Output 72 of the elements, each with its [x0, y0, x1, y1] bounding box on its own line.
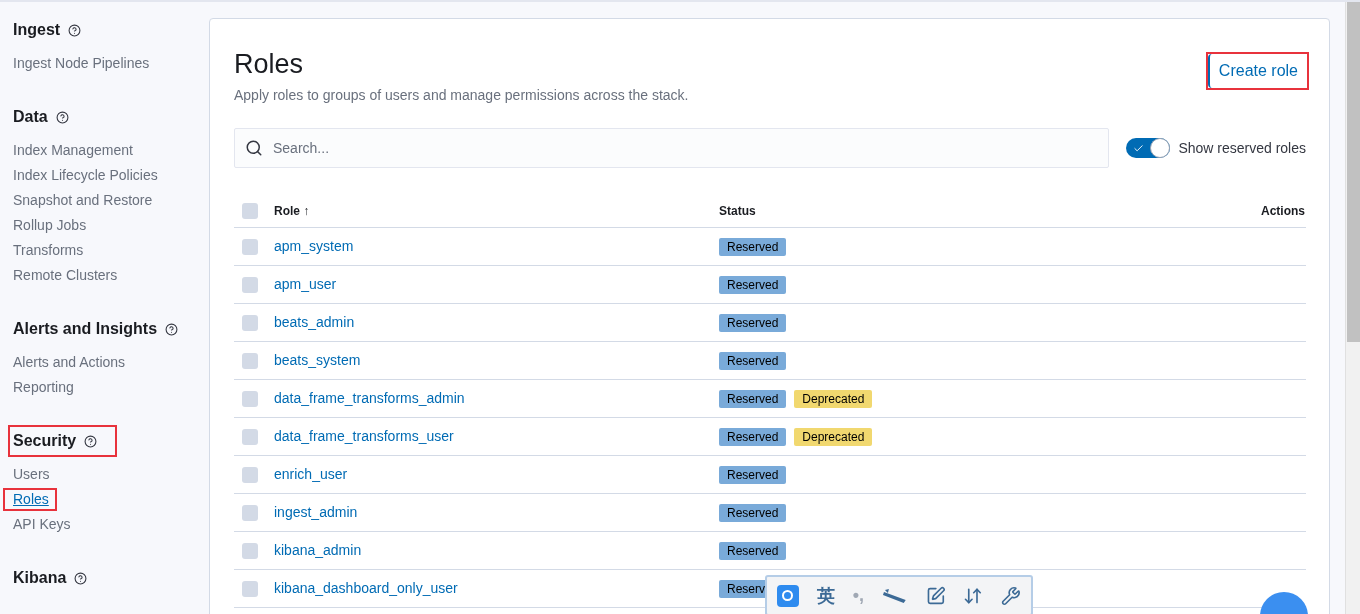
section-heading: Data	[13, 107, 48, 127]
search-icon	[245, 139, 263, 157]
toggle-switch[interactable]	[1126, 138, 1171, 158]
role-link[interactable]: enrich_user	[274, 464, 719, 485]
role-link[interactable]: apm_user	[274, 274, 719, 295]
section-heading: Ingest	[13, 20, 61, 40]
sidebar-link[interactable]: Snapshot and Restore	[13, 191, 153, 210]
help-icon[interactable]	[84, 434, 98, 448]
sidebar-link[interactable]: Index Lifecycle Policies	[13, 166, 158, 185]
role-link[interactable]: ingest_admin	[274, 502, 719, 523]
sidebar-link[interactable]: Reporting	[13, 378, 74, 397]
help-icon[interactable]	[55, 110, 69, 124]
checkbox[interactable]	[242, 390, 258, 407]
checkbox[interactable]	[242, 542, 258, 559]
page-title: Roles	[234, 48, 305, 81]
role-link[interactable]: beats_admin	[274, 312, 719, 333]
help-icon[interactable]	[74, 571, 88, 585]
sidebar-link[interactable]: Ingest Node Pipelines	[13, 54, 150, 73]
sidebar-link[interactable]: Alerts and Actions	[13, 353, 126, 372]
checkbox[interactable]	[242, 580, 258, 597]
search-input[interactable]: Search...	[273, 137, 1109, 159]
column-header: Actions	[1261, 202, 1306, 220]
role-link[interactable]: kibana_dashboard_only_user	[274, 578, 719, 599]
scrollbar[interactable]	[1345, 2, 1360, 614]
create-role-button[interactable]: Create role	[1207, 54, 1307, 88]
role-link[interactable]: apm_system	[274, 236, 719, 257]
checkbox[interactable]	[242, 314, 258, 331]
help-icon[interactable]	[68, 23, 82, 37]
logo-icon[interactable]	[777, 584, 799, 607]
column-header[interactable]: Role ↑	[274, 201, 719, 220]
sidebar-link[interactable]: API Keys	[13, 515, 71, 534]
status-badge: Reserved	[719, 541, 787, 560]
status-badge: Reserved	[719, 275, 787, 294]
status-badge: Reserved	[719, 465, 787, 484]
page-description: Apply roles to groups of users and manage permissions across the stack.	[234, 86, 689, 105]
edit-icon[interactable]	[925, 585, 946, 606]
check-icon	[1133, 142, 1145, 154]
role-link[interactable]: beats_system	[274, 350, 719, 371]
sidebar-link[interactable]: Roles	[13, 490, 49, 509]
sidebar-link[interactable]: Index Management	[13, 141, 133, 160]
status-badge: Reserved	[719, 389, 787, 408]
toggle-label: Show reserved roles	[1178, 138, 1306, 158]
column-header: Status	[719, 202, 757, 220]
checkbox[interactable]	[242, 276, 258, 293]
section-heading: Kibana	[13, 568, 67, 588]
wrench-icon[interactable]	[1001, 585, 1021, 606]
status-badge: Reserved	[719, 503, 787, 522]
section-heading: Security	[13, 431, 77, 451]
role-link[interactable]: data_frame_transforms_admin	[274, 388, 719, 409]
status-badge: Reserved	[719, 237, 787, 256]
checkbox[interactable]	[242, 352, 258, 369]
status-badge: Reserved	[719, 313, 787, 332]
checkbox[interactable]	[242, 202, 258, 219]
section-heading: Alerts and Insights	[13, 319, 158, 339]
sidebar-link[interactable]: Users	[13, 465, 50, 484]
status-badge: Deprecated	[794, 389, 873, 408]
sidebar-link[interactable]: Rollup Jobs	[13, 216, 87, 235]
help-icon[interactable]	[165, 322, 179, 336]
status-badge: Reserved	[719, 427, 787, 446]
scroll-icon[interactable]	[882, 587, 908, 604]
search-field[interactable]: Search...	[234, 128, 1110, 168]
role-link[interactable]: kibana_admin	[274, 540, 719, 561]
status-badge: Deprecated	[794, 427, 873, 446]
sidebar-link[interactable]: Transforms	[13, 241, 84, 260]
checkbox[interactable]	[242, 428, 258, 445]
sidebar-link[interactable]: Remote Clusters	[13, 266, 118, 285]
role-link[interactable]: data_frame_transforms_user	[274, 426, 719, 447]
status-badge: Reserved	[719, 351, 787, 370]
language-toggle[interactable]: 英	[816, 582, 835, 609]
checkbox[interactable]	[242, 238, 258, 255]
checkbox[interactable]	[242, 466, 258, 483]
checkbox[interactable]	[242, 504, 258, 521]
